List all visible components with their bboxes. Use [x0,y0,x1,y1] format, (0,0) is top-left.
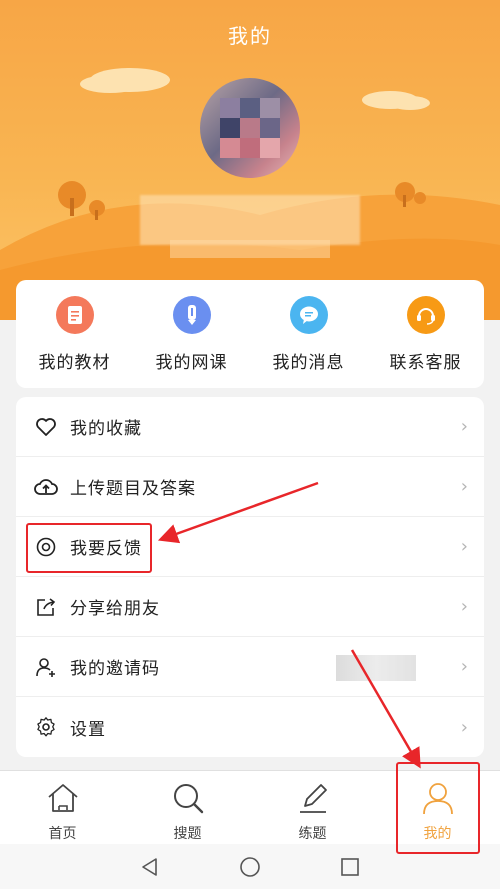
message-icon [289,295,328,334]
tab-search[interactable]: 搜题 [138,771,238,844]
mine-tab-highlight-box [396,762,480,854]
textbook-icon [55,295,94,334]
headset-icon [406,295,445,334]
tab-label: 搜题 [173,826,202,842]
chevron-right-icon: › [460,416,468,437]
home-icon [44,779,82,817]
page-title: 我的 [228,24,272,48]
edit-icon [294,779,332,817]
quick-item-customer-service[interactable]: 联系客服 [376,295,476,373]
back-icon[interactable] [135,852,165,882]
feedback-highlight-box [26,523,152,573]
pencil-icon [172,295,211,334]
username-blurred [140,195,360,245]
gear-icon [34,715,58,739]
quick-actions-card: 我的教材 我的网课 我的消息 联系客服 [16,280,484,388]
tab-practice[interactable]: 练题 [263,771,363,844]
user-info-blurred [170,240,330,258]
menu-label: 上传题目及答案 [70,479,196,499]
tab-home[interactable]: 首页 [13,771,113,844]
quick-item-textbook[interactable]: 我的教材 [25,295,125,373]
menu-label: 分享给朋友 [70,599,160,619]
share-icon [34,595,58,619]
quick-label: 我的教材 [38,352,111,373]
recents-icon[interactable] [335,852,365,882]
tab-label: 练题 [298,826,327,842]
menu-item-upload[interactable]: 上传题目及答案 › [16,457,484,517]
heart-icon [34,415,58,439]
search-icon [169,779,207,817]
quick-item-messages[interactable]: 我的消息 [259,295,359,373]
cloud-upload-icon [34,475,58,499]
chevron-right-icon: › [460,596,468,617]
quick-item-online-course[interactable]: 我的网课 [142,295,242,373]
avatar[interactable] [200,78,300,178]
menu-list: 我的收藏 › 上传题目及答案 › 我要反馈 › 分享给朋友 › 我的邀请码 › [16,397,484,757]
menu-label: 我的收藏 [70,419,142,439]
menu-label: 我的邀请码 [70,659,160,679]
menu-item-settings[interactable]: 设置 › [16,697,484,757]
add-user-icon [34,655,58,679]
chevron-right-icon: › [460,536,468,557]
home-circle-icon[interactable] [235,852,265,882]
invite-code-blurred [336,655,416,681]
quick-label: 我的消息 [272,352,345,373]
menu-item-invite-code[interactable]: 我的邀请码 › [16,637,484,697]
chevron-right-icon: › [460,716,468,738]
menu-item-favorites[interactable]: 我的收藏 › [16,397,484,457]
quick-label: 我的网课 [155,352,228,373]
chevron-right-icon: › [460,476,468,497]
menu-label: 设置 [70,719,106,740]
tab-label: 首页 [48,826,77,842]
menu-item-share[interactable]: 分享给朋友 › [16,577,484,637]
chevron-right-icon: › [460,656,468,677]
profile-header: 我的 [0,0,500,320]
quick-label: 联系客服 [389,352,462,373]
